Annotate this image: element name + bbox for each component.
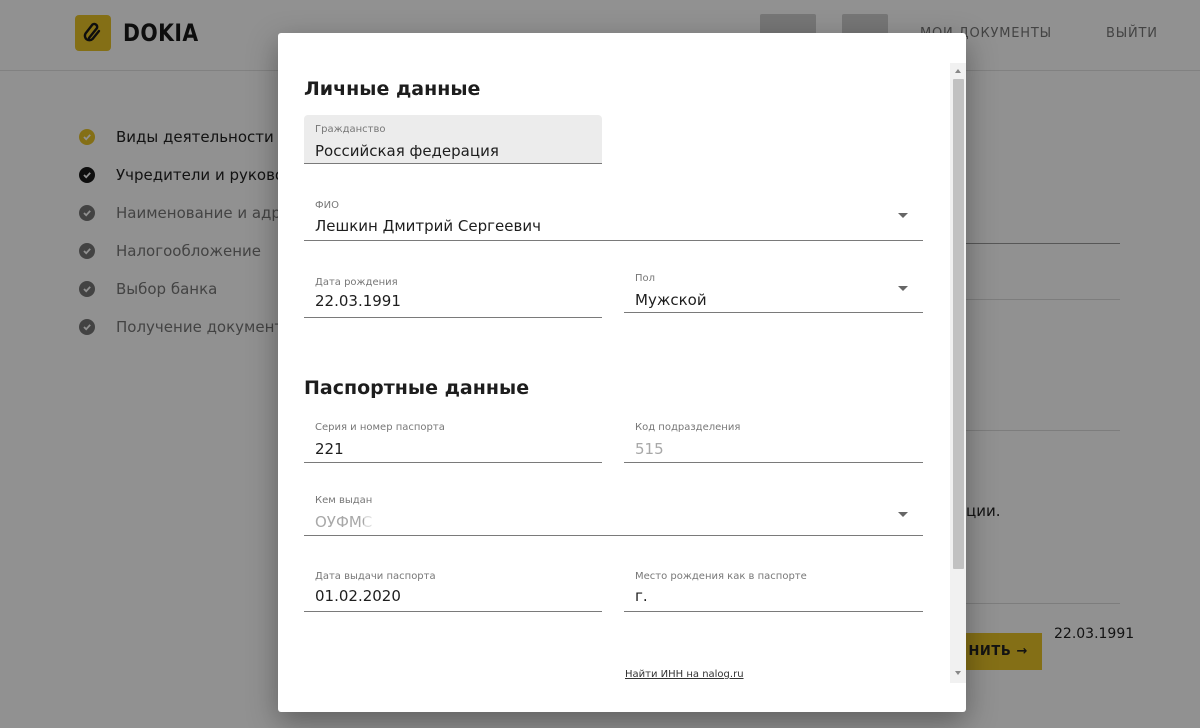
issue-date-field[interactable]: Дата выдачи паспорта 01.02.2020 — [304, 559, 602, 612]
field-label: Дата выдачи паспорта — [315, 571, 436, 582]
field-label: Кем выдан — [315, 495, 373, 506]
fio-select[interactable]: ФИО Лешкин Дмитрий Сергеевич — [304, 187, 923, 241]
caret-down-icon[interactable] — [898, 512, 908, 517]
field-value: 221 — [315, 440, 344, 458]
scroll-up-icon[interactable] — [955, 69, 961, 73]
passport-number-field[interactable]: Серия и номер паспорта 221 — [304, 413, 602, 463]
field-label: Гражданство — [315, 124, 386, 135]
personal-data-modal: Личные данные Гражданство Российская фед… — [278, 33, 966, 712]
blurred-value — [650, 586, 760, 608]
gender-select[interactable]: Пол Мужской — [624, 264, 923, 313]
division-code-field[interactable]: Код подразделения 515 — [624, 413, 923, 463]
field-value: Лешкин Дмитрий Сергеевич — [315, 217, 541, 235]
field-label: Пол — [635, 273, 656, 284]
blurred-value — [364, 511, 564, 533]
modal-content: Личные данные Гражданство Российская фед… — [278, 33, 950, 681]
blurred-value — [344, 438, 504, 460]
field-label: Место рождения как в паспорте — [635, 571, 807, 582]
field-label: Серия и номер паспорта — [315, 422, 445, 433]
caret-down-icon[interactable] — [898, 286, 908, 291]
field-value: Мужской — [635, 291, 707, 309]
scroll-down-icon[interactable] — [955, 671, 961, 675]
birth-place-field[interactable]: Место рождения как в паспорте г. — [624, 559, 923, 612]
personal-data-title: Личные данные — [304, 78, 481, 100]
field-label: Код подразделения — [635, 422, 741, 433]
citizenship-field[interactable]: Гражданство Российская федерация — [304, 115, 602, 164]
birth-date-field[interactable]: Дата рождения 22.03.1991 — [304, 264, 602, 318]
field-label: ФИО — [315, 200, 339, 211]
modal-scrollbar[interactable] — [950, 63, 966, 683]
field-value: 22.03.1991 — [315, 292, 401, 310]
field-value: Российская федерация — [315, 142, 499, 160]
passport-data-title: Паспортные данные — [304, 377, 530, 399]
field-value: г. — [635, 587, 648, 605]
scrollbar-thumb[interactable] — [953, 79, 964, 569]
issued-by-select[interactable]: Кем выдан ОУФМС — [304, 486, 923, 536]
blurred-value — [666, 438, 786, 460]
field-value: 515 — [635, 440, 664, 458]
inn-field[interactable] — [304, 663, 602, 681]
field-label: Дата рождения — [315, 277, 398, 288]
caret-down-icon[interactable] — [898, 213, 908, 218]
find-inn-link[interactable]: Найти ИНН на nalog.ru — [625, 669, 744, 680]
field-value: 01.02.2020 — [315, 587, 401, 605]
